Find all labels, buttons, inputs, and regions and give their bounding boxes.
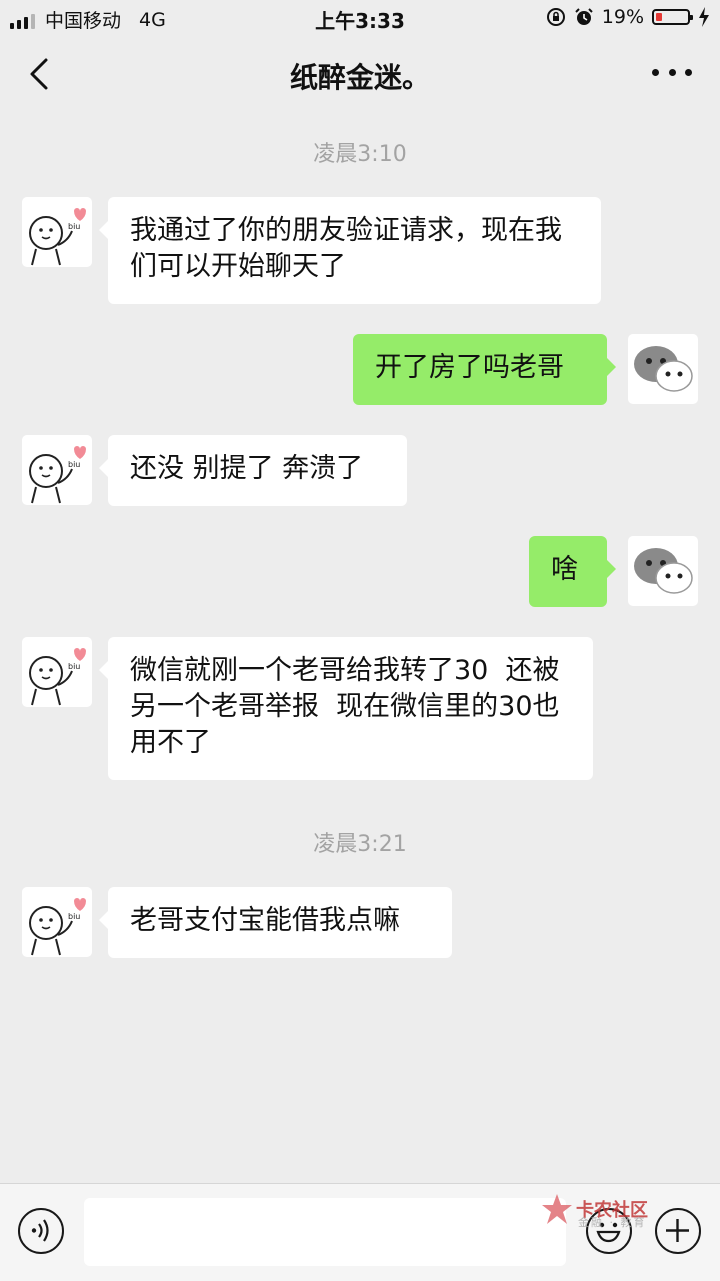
contact-avatar[interactable]: biu (22, 435, 92, 505)
contact-avatar[interactable]: biu (22, 887, 92, 957)
cartoon-avatar-icon: biu (29, 648, 86, 706)
voice-icon[interactable] (18, 1208, 64, 1254)
cartoon-avatar-icon: biu (29, 446, 86, 504)
chat-title: 纸醉金迷。 (289, 61, 430, 94)
wechat-logo-icon (634, 346, 693, 392)
charging-icon (699, 7, 709, 27)
status-right: 19% (546, 6, 710, 28)
alarm-icon (575, 8, 593, 25)
wechat-logo-icon (634, 548, 693, 594)
status-bar: 中国移动 4G 上午3:33 19% (0, 0, 720, 36)
watermark: 卡农社区 金融 · 教育 (540, 1192, 648, 1229)
rotation-lock-icon (546, 8, 565, 26)
timestamp: 凌晨3:10 (313, 142, 407, 167)
svg-text:biu: biu (68, 912, 80, 921)
battery-icon (652, 9, 693, 25)
cartoon-avatar-icon: biu (29, 208, 86, 266)
cartoon-avatar-icon: biu (29, 898, 86, 956)
contact-avatar[interactable]: biu (22, 197, 92, 267)
incoming-message-bubble: 还没 别提了 奔溃了 (99, 435, 407, 506)
watermark-subtext: 金融 · 教育 (578, 1216, 647, 1229)
svg-text:biu: biu (68, 460, 80, 469)
outgoing-message-bubble: 啥 (529, 536, 616, 607)
contact-avatar[interactable]: biu (22, 637, 92, 707)
timestamp: 凌晨3:21 (313, 832, 407, 857)
outgoing-message-bubble: 开了房了吗老哥 (353, 334, 616, 405)
battery-fill (656, 13, 662, 21)
incoming-message-bubble: 老哥支付宝能借我点嘛 (99, 887, 452, 958)
my-avatar[interactable] (628, 536, 698, 606)
message-input[interactable] (84, 1198, 566, 1266)
incoming-message-bubble: 微信就刚一个老哥给我转了30 还被另一个老哥举报 现在微信里的30也用不了 (99, 637, 593, 780)
more-dots-icon[interactable] (652, 62, 692, 82)
watermark-logo-icon (542, 1194, 572, 1224)
svg-text:biu: biu (68, 222, 80, 231)
incoming-message-bubble: 我通过了你的朋友验证请求，现在我们可以开始聊天了 (99, 197, 601, 304)
svg-text:biu: biu (68, 662, 80, 671)
my-avatar[interactable] (628, 334, 698, 404)
battery-percent: 19% (601, 6, 644, 28)
nav-bar: 纸醉金迷。 (0, 36, 720, 112)
plus-icon[interactable] (655, 1208, 701, 1254)
